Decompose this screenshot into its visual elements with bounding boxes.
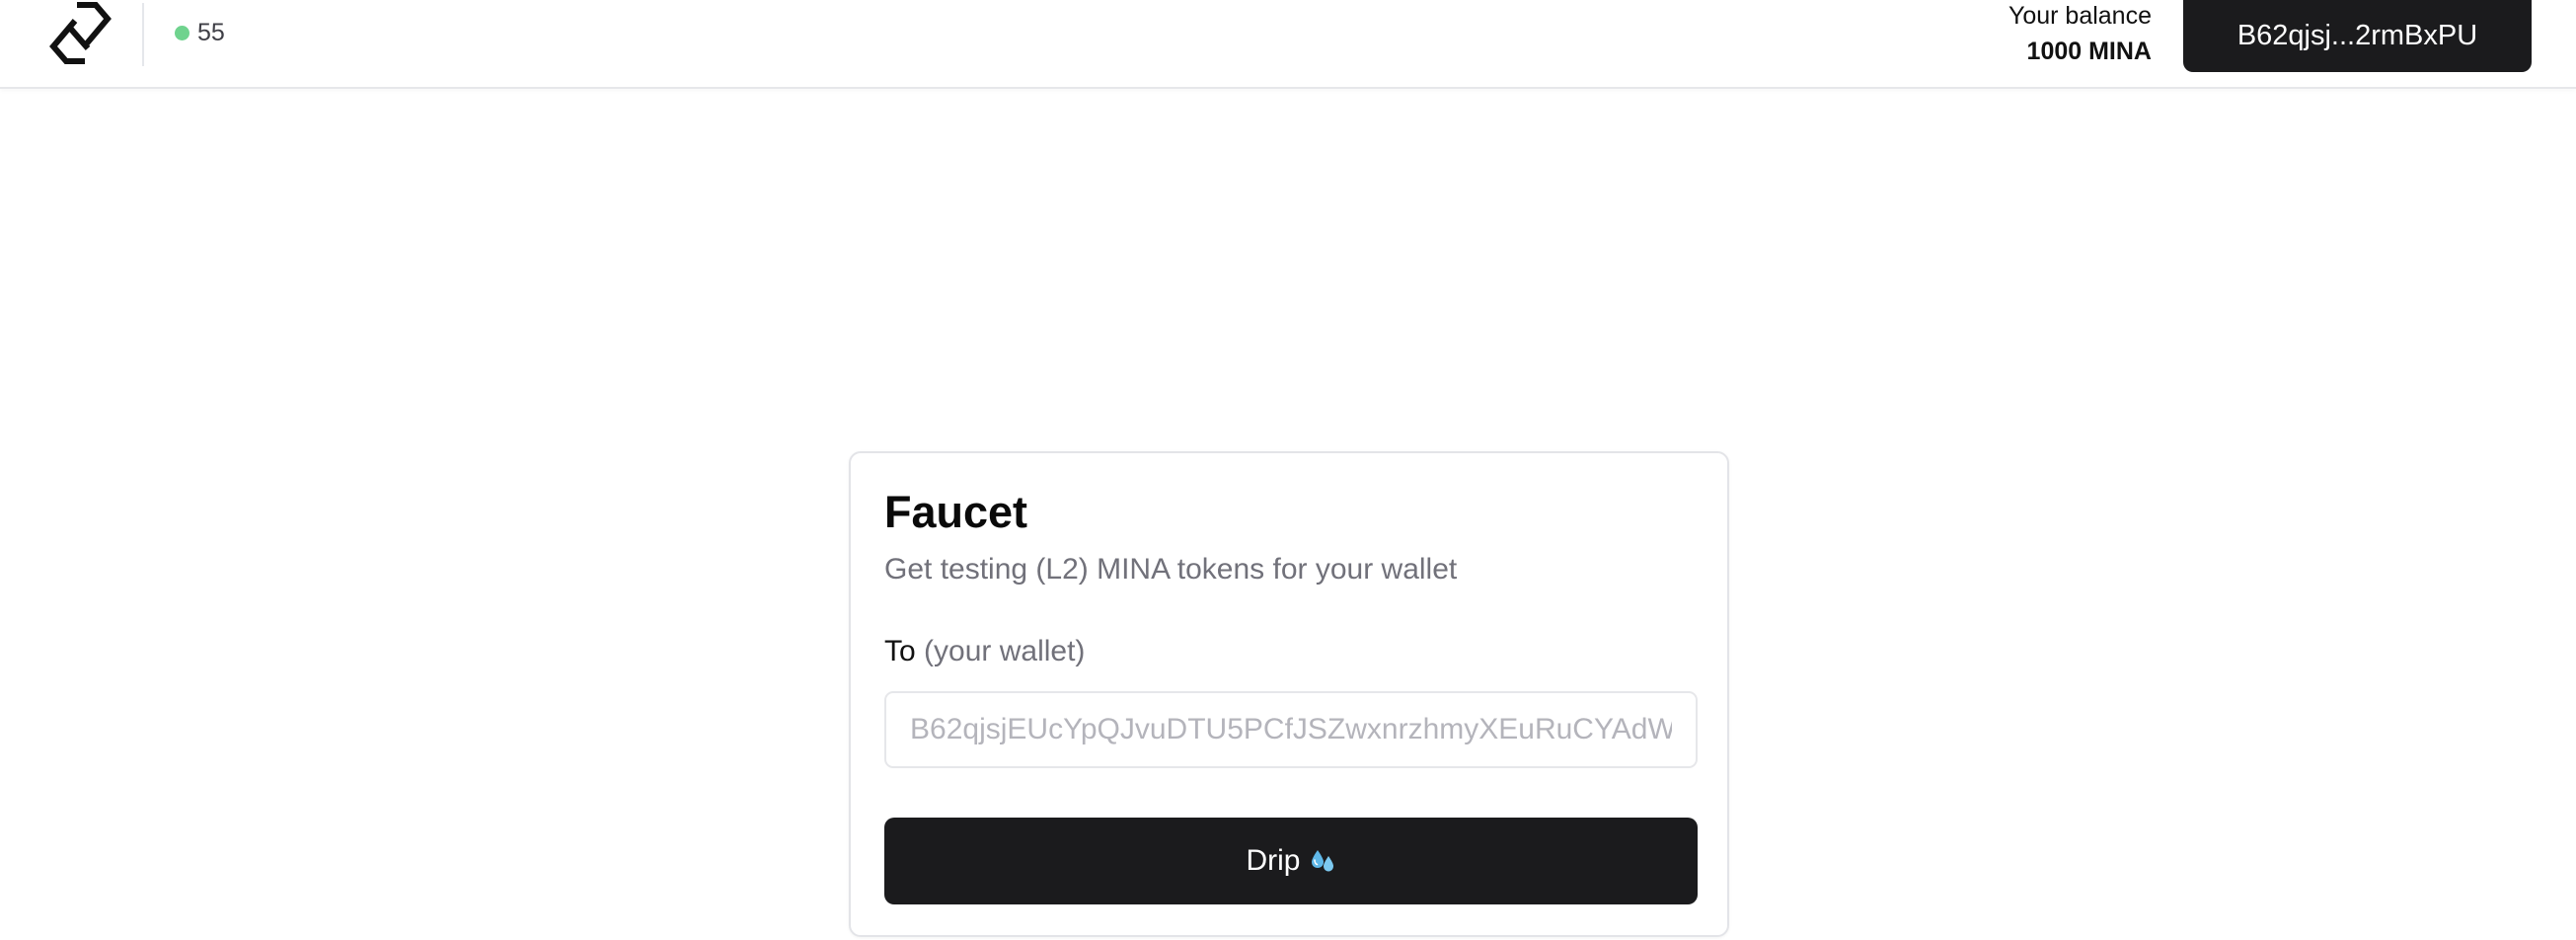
faucet-description: Get testing (L2) MINA tokens for your wa… bbox=[884, 553, 1458, 586]
to-label: To bbox=[884, 635, 916, 667]
wallet-address-button[interactable]: B62qjsj...2rmBxPU bbox=[2183, 0, 2532, 72]
sweat-droplets-icon bbox=[1311, 850, 1333, 872]
drip-button[interactable]: Drip bbox=[884, 818, 1698, 904]
header-divider bbox=[142, 3, 144, 66]
wallet-address-input[interactable] bbox=[884, 691, 1698, 768]
to-wallet-label: To (your wallet) bbox=[884, 634, 1085, 669]
block-height-indicator: 55 bbox=[175, 17, 225, 48]
online-status-dot-icon bbox=[175, 25, 189, 40]
drip-button-label: Drip bbox=[1246, 844, 1301, 877]
balance-label: Your balance bbox=[2008, 2, 2152, 30]
protokit-logo-icon[interactable] bbox=[47, 0, 113, 65]
faucet-card: Faucet Get testing (L2) MINA tokens for … bbox=[849, 451, 1729, 937]
faucet-title: Faucet bbox=[884, 487, 1028, 537]
top-navbar: 55 Your balance 1000 MINA B62qjsj...2rmB… bbox=[0, 0, 2576, 89]
to-label-hint: (your wallet) bbox=[924, 635, 1086, 667]
block-height-value: 55 bbox=[197, 18, 225, 46]
balance-display: Your balance 1000 MINA bbox=[2008, 0, 2152, 66]
balance-value: 1000 MINA bbox=[2026, 38, 2152, 65]
